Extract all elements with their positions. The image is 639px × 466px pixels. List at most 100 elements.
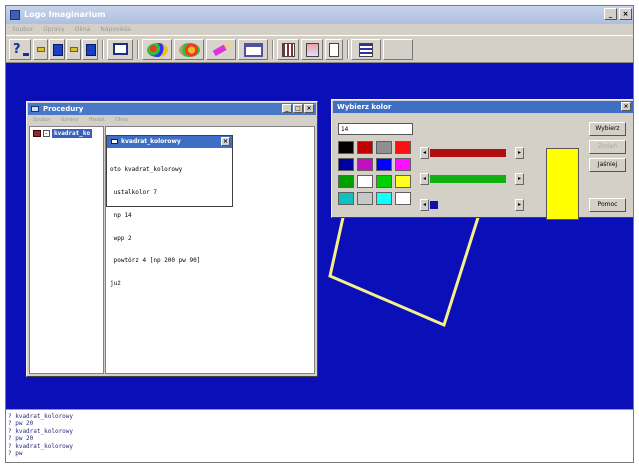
column-icon <box>282 43 295 57</box>
app-title: Logo Imaginarium <box>24 10 106 19</box>
color-number-input[interactable] <box>338 123 413 135</box>
code-line: powtórz 4 [np 200 pw 90] <box>110 257 201 265</box>
green-arrow-icon <box>37 47 45 52</box>
arrow-right-icon[interactable]: ▸ <box>515 173 524 185</box>
pencil-icon <box>212 41 232 57</box>
maximize-button[interactable]: □ <box>293 104 303 113</box>
color-swatch[interactable] <box>376 175 392 188</box>
forward-button[interactable] <box>66 39 81 60</box>
lighter-button[interactable]: Jaśniej <box>589 158 626 172</box>
image-icon <box>306 43 319 57</box>
color-swatch[interactable] <box>338 158 354 171</box>
pencil-button[interactable] <box>206 39 236 60</box>
minimize-button[interactable]: _ <box>282 104 292 113</box>
paint-button[interactable] <box>142 39 172 60</box>
window-icon <box>31 106 39 112</box>
color-swatch[interactable] <box>357 192 373 205</box>
green-level-bar <box>430 175 506 183</box>
app-icon <box>10 10 20 20</box>
procedures-titlebar: Procedury _ □ × <box>28 103 316 115</box>
procedure-editor[interactable]: kvadrat_kolorowy × oto kvadrat_kolorowy … <box>106 135 233 287</box>
turtle-canvas[interactable]: Procedury _ □ × Soubor Úpravy Hledat Okn… <box>6 63 633 409</box>
color-swatch[interactable] <box>338 192 354 205</box>
close-button[interactable]: × <box>304 104 314 113</box>
image-button[interactable] <box>301 39 323 60</box>
palette-icon <box>179 43 200 57</box>
close-button[interactable]: × <box>619 8 632 20</box>
menu-help[interactable]: Nápověda <box>100 24 130 35</box>
code-line: np 14 <box>110 211 132 219</box>
tree-item-procedure[interactable]: kvadrat_ko <box>52 129 93 138</box>
procedure-code[interactable]: oto kvadrat_kolorowy ustalkolor 7 np 14 … <box>110 151 200 303</box>
window-icon <box>111 139 118 144</box>
code-line: oto kvadrat_kolorowy <box>110 166 183 174</box>
select-button[interactable]: Wybierz <box>589 122 626 136</box>
color-swatch[interactable] <box>395 192 411 205</box>
console-line: ? kvadrat_kolorowy <box>8 413 74 420</box>
arrow-right-icon[interactable]: ▸ <box>515 199 524 211</box>
arrow-left-icon[interactable]: ◂ <box>420 173 429 185</box>
window-button[interactable] <box>238 39 268 60</box>
blue-slider[interactable]: ◂ ▸ <box>420 199 524 211</box>
minimize-button[interactable]: _ <box>604 8 617 20</box>
help-icon: ? <box>13 42 21 57</box>
console-line: ? kvadrat_kolorowy <box>8 427 74 435</box>
close-button[interactable]: × <box>621 102 631 111</box>
palette-button[interactable] <box>174 39 204 60</box>
color-swatch[interactable] <box>376 141 392 154</box>
color-palette <box>338 141 414 207</box>
proc-menu-file[interactable]: Soubor <box>33 117 51 123</box>
back-button[interactable] <box>33 39 48 60</box>
open-button[interactable] <box>49 39 65 60</box>
blue-level-bar <box>430 201 438 209</box>
columns-button[interactable] <box>277 39 299 60</box>
window-icon <box>244 43 263 57</box>
green-slider[interactable]: ◂ ▸ <box>420 173 524 185</box>
menu-bar: Soubor Úpravy Okna Nápověda <box>6 24 633 35</box>
editor-title: kvadrat_kolorowy <box>121 138 181 145</box>
color-swatch[interactable] <box>395 158 411 171</box>
app-window: Logo Imaginarium _ × Soubor Úpravy Okna … <box>5 5 634 463</box>
color-swatch[interactable] <box>357 158 373 171</box>
expand-icon[interactable]: - <box>43 130 50 137</box>
screen-button[interactable] <box>107 39 133 60</box>
color-swatch[interactable] <box>395 175 411 188</box>
proc-menu-edit[interactable]: Úpravy <box>61 117 79 123</box>
blank-button[interactable] <box>383 39 413 60</box>
color-swatch[interactable] <box>338 141 354 154</box>
code-line: wpp 2 <box>110 234 132 242</box>
apply-button[interactable]: Zmień <box>589 140 626 154</box>
title-bar: Logo Imaginarium _ × <box>6 6 633 24</box>
paint-icon <box>147 43 168 57</box>
color-swatch[interactable] <box>376 192 392 205</box>
procedure-tree: - kvadrat_ko <box>29 126 104 374</box>
help-button[interactable]: ? <box>9 39 31 60</box>
proc-menu-search[interactable]: Hledat <box>89 117 105 123</box>
command-console[interactable]: ? kvadrat_kolorowy ? pw 20 ? kvadrat_kol… <box>6 409 633 462</box>
proc-menu-window[interactable]: Okna <box>115 117 128 123</box>
arrow-right-icon[interactable]: ▸ <box>515 147 524 159</box>
page-button[interactable] <box>325 39 343 60</box>
menu-edit[interactable]: Úpravy <box>43 24 64 35</box>
color-swatch[interactable] <box>357 141 373 154</box>
folder-icon <box>33 130 41 137</box>
console-line: ? pw <box>8 450 23 458</box>
color-swatch[interactable] <box>395 141 411 154</box>
close-button[interactable]: × <box>221 137 230 146</box>
menu-window[interactable]: Okna <box>75 24 91 35</box>
menu-file[interactable]: Soubor <box>12 24 33 35</box>
red-slider[interactable]: ◂ ▸ <box>420 147 524 159</box>
list-button[interactable] <box>351 39 381 60</box>
help-button[interactable]: Pomoc <box>589 198 626 212</box>
color-swatch[interactable] <box>357 175 373 188</box>
save-button[interactable] <box>82 39 98 60</box>
color-swatch[interactable] <box>338 175 354 188</box>
color-swatch[interactable] <box>376 158 392 171</box>
arrow-left-icon[interactable]: ◂ <box>420 147 429 159</box>
page-icon <box>329 43 339 57</box>
code-line: ustalkolor 7 <box>110 188 157 196</box>
drawn-square <box>328 203 485 328</box>
arrow-left-icon[interactable]: ◂ <box>420 199 429 211</box>
procedures-title: Procedury <box>43 105 84 113</box>
red-level-bar <box>430 149 506 157</box>
